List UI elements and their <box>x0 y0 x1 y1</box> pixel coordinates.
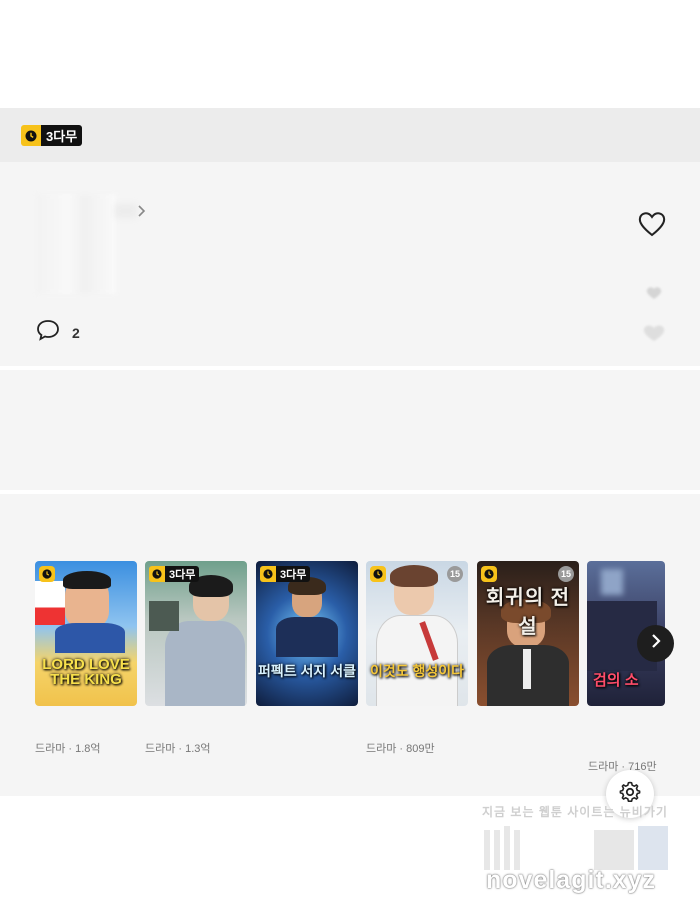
series-info-panel: 2 <box>0 162 700 366</box>
recommendation-card[interactable]: 3다무 퍼펙트 서지 서클 <box>256 561 358 706</box>
comment-count: 2 <box>72 324 80 341</box>
free-badge-bar: 3다무 <box>0 108 700 162</box>
card-title-art: 퍼펙트 서지 서클 <box>258 663 356 679</box>
like-heart-icon[interactable] <box>638 211 666 237</box>
card-meta: 드라마 · 1.3억 <box>145 743 211 755</box>
clock-icon <box>370 566 386 582</box>
watermark-url: novelagit.xyz <box>486 866 656 894</box>
watermark-caption: 지금 보는 웹툰 사이트는 뉴비가기 <box>482 805 668 819</box>
recommendation-card[interactable]: 15 회귀의 전설 <box>477 561 579 706</box>
blurred-title <box>36 194 116 294</box>
clock-icon <box>39 566 55 582</box>
top-blank-area <box>0 0 700 108</box>
card-title-art: 이것도 행성이다 <box>369 663 465 679</box>
recommendation-card[interactable]: 3다무 <box>145 561 247 706</box>
comment-button[interactable]: 2 <box>36 319 80 346</box>
card-title-art: 회귀의 전설 <box>485 587 571 638</box>
blurred-author <box>115 204 137 218</box>
wait-free-badge: 3다무 <box>21 125 83 146</box>
wait-free-badge: 3다무 <box>149 566 200 582</box>
clock-icon <box>149 566 165 582</box>
wait-free-badge: 3다무 <box>260 566 311 582</box>
recommendation-carousel: LORD LOVE THE KING 3다무 3다무 퍼펙트 서지 서클 15 … <box>0 494 700 796</box>
chevron-right-icon <box>650 633 662 654</box>
badge-label: 3다무 <box>276 566 311 582</box>
card-meta: 드라마 · 1.8억 <box>35 743 101 755</box>
card-title-art: 검의 소 <box>593 672 639 689</box>
faded-heart-icon <box>643 324 665 342</box>
recommendation-card[interactable]: LORD LOVE THE KING <box>35 561 137 706</box>
card-title-art: LORD LOVE THE KING <box>42 656 130 688</box>
age-rating-badge: 15 <box>558 566 574 582</box>
free-badge-label: 3다무 <box>41 125 83 146</box>
comment-bubble-icon <box>36 319 60 346</box>
age-rating-badge: 15 <box>447 566 463 582</box>
clock-icon <box>481 566 497 582</box>
carousel-next-button[interactable] <box>637 625 674 662</box>
badge-label: 3다무 <box>165 566 200 582</box>
clock-icon <box>260 566 276 582</box>
card-meta: 드라마 · 809만 <box>366 743 435 755</box>
chevron-right-icon[interactable] <box>136 204 146 220</box>
empty-ad-area <box>0 370 700 490</box>
recommendation-card[interactable]: 15 이것도 행성이다 <box>366 561 468 706</box>
clock-icon <box>21 125 41 146</box>
faded-heart-icon <box>646 286 662 300</box>
